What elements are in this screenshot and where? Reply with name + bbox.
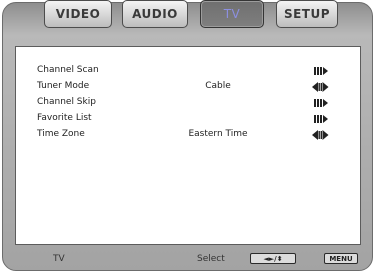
tab-audio-label: AUDIO — [132, 7, 178, 21]
menu-item-label: Channel Scan — [37, 65, 99, 75]
enter-arrow-icon — [314, 99, 328, 107]
tab-setup[interactable]: SETUP — [276, 0, 338, 28]
menu-item-value: Cable — [205, 81, 231, 91]
left-right-arrow-icon — [312, 130, 329, 140]
tab-setup-label: SETUP — [283, 7, 331, 21]
menu-item-value: Eastern Time — [188, 129, 248, 139]
menu-item-label: Channel Skip — [37, 97, 96, 107]
tab-video[interactable]: VIDEO — [44, 0, 112, 28]
tab-tv[interactable]: TV — [200, 0, 264, 28]
menu-key-label: MENU — [329, 254, 353, 263]
tab-video-label: VIDEO — [55, 7, 101, 21]
enter-arrow-icon — [314, 115, 328, 123]
footer-hint: Select — [197, 254, 225, 264]
footer-section-label: TV — [53, 254, 65, 264]
menu-panel — [15, 46, 361, 245]
nav-key-indicator: ◄►/⬍ — [250, 253, 296, 264]
left-right-arrow-icon — [312, 82, 329, 92]
tab-tv-label: TV — [223, 7, 241, 21]
tab-audio[interactable]: AUDIO — [122, 0, 188, 28]
menu-item-label: Tuner Mode — [37, 81, 90, 91]
menu-key[interactable]: MENU — [324, 253, 358, 264]
menu-item-label: Favorite List — [37, 113, 92, 123]
enter-arrow-icon — [314, 67, 328, 75]
nav-key-label: ◄►/⬍ — [263, 254, 283, 263]
menu-item-label: Time Zone — [37, 129, 85, 139]
